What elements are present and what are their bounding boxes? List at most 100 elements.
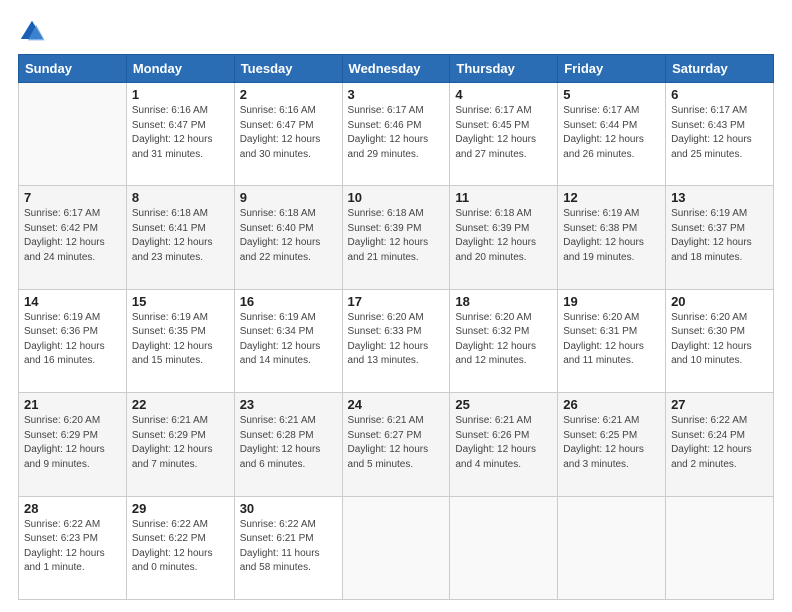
day-number: 22 (132, 397, 229, 412)
day-number: 18 (455, 294, 552, 309)
day-info: Sunrise: 6:20 AM Sunset: 6:30 PM Dayligh… (671, 311, 768, 369)
day-info: Sunrise: 6:22 AM Sunset: 6:24 PM Dayligh… (671, 414, 768, 472)
day-number: 11 (455, 190, 552, 205)
day-info: Sunrise: 6:18 AM Sunset: 6:39 PM Dayligh… (348, 207, 445, 265)
day-info: Sunrise: 6:17 AM Sunset: 6:45 PM Dayligh… (455, 104, 552, 162)
weekday-header-friday: Friday (558, 55, 666, 83)
day-number: 9 (240, 190, 337, 205)
calendar-cell: 2 Sunrise: 6:16 AM Sunset: 6:47 PM Daylig… (234, 83, 342, 186)
calendar-cell: 7 Sunrise: 6:17 AM Sunset: 6:42 PM Daylig… (19, 186, 127, 289)
weekday-header-wednesday: Wednesday (342, 55, 450, 83)
calendar-week-5: 28Sunrise: 6:22 AM Sunset: 6:23 PM Dayli… (19, 496, 774, 599)
day-number: 2 (240, 87, 337, 102)
day-number: 26 (563, 397, 660, 412)
day-number: 8 (132, 190, 229, 205)
day-number: 30 (240, 501, 337, 516)
day-info: Sunrise: 6:20 AM Sunset: 6:32 PM Dayligh… (455, 311, 552, 369)
calendar-week-4: 21 Sunrise: 6:20 AM Sunset: 6:29 PM Dayli… (19, 393, 774, 496)
calendar-cell: 26 Sunrise: 6:21 AM Sunset: 6:25 PM Dayli… (558, 393, 666, 496)
calendar-cell: 30 Sunrise: 6:22 AM Sunset: 6:21 PM Dayli… (234, 496, 342, 599)
calendar-week-3: 14 Sunrise: 6:19 AM Sunset: 6:36 PM Dayli… (19, 289, 774, 392)
weekday-header-thursday: Thursday (450, 55, 558, 83)
calendar-cell (342, 496, 450, 599)
day-number: 20 (671, 294, 768, 309)
calendar-cell: 25Sunrise: 6:21 AM Sunset: 6:26 PM Dayli… (450, 393, 558, 496)
calendar-cell: 6 Sunrise: 6:17 AM Sunset: 6:43 PM Daylig… (666, 83, 774, 186)
day-info: Sunrise: 6:21 AM Sunset: 6:29 PM Dayligh… (132, 414, 229, 472)
day-number: 21 (24, 397, 121, 412)
calendar-cell: 23 Sunrise: 6:21 AM Sunset: 6:28 PM Dayli… (234, 393, 342, 496)
day-number: 5 (563, 87, 660, 102)
day-number: 23 (240, 397, 337, 412)
calendar-cell: 16 Sunrise: 6:19 AM Sunset: 6:34 PM Dayli… (234, 289, 342, 392)
day-number: 4 (455, 87, 552, 102)
day-number: 7 (24, 190, 121, 205)
calendar-cell: 24Sunrise: 6:21 AM Sunset: 6:27 PM Dayli… (342, 393, 450, 496)
calendar-cell: 27 Sunrise: 6:22 AM Sunset: 6:24 PM Dayli… (666, 393, 774, 496)
calendar-cell: 4 Sunrise: 6:17 AM Sunset: 6:45 PM Daylig… (450, 83, 558, 186)
day-info: Sunrise: 6:19 AM Sunset: 6:38 PM Dayligh… (563, 207, 660, 265)
day-info: Sunrise: 6:20 AM Sunset: 6:29 PM Dayligh… (24, 414, 121, 472)
logo-icon (18, 18, 46, 46)
calendar-week-2: 7 Sunrise: 6:17 AM Sunset: 6:42 PM Daylig… (19, 186, 774, 289)
day-number: 28 (24, 501, 121, 516)
day-info: Sunrise: 6:17 AM Sunset: 6:46 PM Dayligh… (348, 104, 445, 162)
day-number: 14 (24, 294, 121, 309)
calendar-cell: 22 Sunrise: 6:21 AM Sunset: 6:29 PM Dayli… (126, 393, 234, 496)
day-info: Sunrise: 6:16 AM Sunset: 6:47 PM Dayligh… (240, 104, 337, 162)
calendar-cell: 20 Sunrise: 6:20 AM Sunset: 6:30 PM Dayli… (666, 289, 774, 392)
day-info: Sunrise: 6:22 AM Sunset: 6:21 PM Dayligh… (240, 518, 337, 576)
weekday-header-tuesday: Tuesday (234, 55, 342, 83)
day-info: Sunrise: 6:19 AM Sunset: 6:35 PM Dayligh… (132, 311, 229, 369)
calendar-header-row: SundayMondayTuesdayWednesdayThursdayFrid… (19, 55, 774, 83)
day-number: 29 (132, 501, 229, 516)
calendar-cell: 3 Sunrise: 6:17 AM Sunset: 6:46 PM Daylig… (342, 83, 450, 186)
calendar-cell: 13 Sunrise: 6:19 AM Sunset: 6:37 PM Dayli… (666, 186, 774, 289)
day-info: Sunrise: 6:20 AM Sunset: 6:33 PM Dayligh… (348, 311, 445, 369)
day-info: Sunrise: 6:18 AM Sunset: 6:40 PM Dayligh… (240, 207, 337, 265)
day-number: 16 (240, 294, 337, 309)
day-number: 12 (563, 190, 660, 205)
day-info: Sunrise: 6:16 AM Sunset: 6:47 PM Dayligh… (132, 104, 229, 162)
day-number: 3 (348, 87, 445, 102)
day-info: Sunrise: 6:22 AM Sunset: 6:22 PM Dayligh… (132, 518, 229, 576)
day-info: Sunrise: 6:20 AM Sunset: 6:31 PM Dayligh… (563, 311, 660, 369)
day-number: 6 (671, 87, 768, 102)
day-info: Sunrise: 6:18 AM Sunset: 6:39 PM Dayligh… (455, 207, 552, 265)
page: SundayMondayTuesdayWednesdayThursdayFrid… (0, 0, 792, 612)
calendar-cell: 8 Sunrise: 6:18 AM Sunset: 6:41 PM Daylig… (126, 186, 234, 289)
day-info: Sunrise: 6:21 AM Sunset: 6:27 PM Dayligh… (348, 414, 445, 472)
day-number: 27 (671, 397, 768, 412)
day-info: Sunrise: 6:21 AM Sunset: 6:25 PM Dayligh… (563, 414, 660, 472)
day-info: Sunrise: 6:21 AM Sunset: 6:28 PM Dayligh… (240, 414, 337, 472)
calendar-cell: 28Sunrise: 6:22 AM Sunset: 6:23 PM Dayli… (19, 496, 127, 599)
calendar-cell: 9 Sunrise: 6:18 AM Sunset: 6:40 PM Daylig… (234, 186, 342, 289)
calendar-cell: 19 Sunrise: 6:20 AM Sunset: 6:31 PM Dayli… (558, 289, 666, 392)
day-number: 1 (132, 87, 229, 102)
calendar-week-1: 1 Sunrise: 6:16 AM Sunset: 6:47 PM Daylig… (19, 83, 774, 186)
calendar-cell: 5 Sunrise: 6:17 AM Sunset: 6:44 PM Daylig… (558, 83, 666, 186)
day-info: Sunrise: 6:17 AM Sunset: 6:42 PM Dayligh… (24, 207, 121, 265)
day-number: 15 (132, 294, 229, 309)
logo (18, 18, 50, 46)
day-info: Sunrise: 6:19 AM Sunset: 6:34 PM Dayligh… (240, 311, 337, 369)
calendar-cell: 21 Sunrise: 6:20 AM Sunset: 6:29 PM Dayli… (19, 393, 127, 496)
weekday-header-monday: Monday (126, 55, 234, 83)
day-info: Sunrise: 6:17 AM Sunset: 6:44 PM Dayligh… (563, 104, 660, 162)
day-info: Sunrise: 6:18 AM Sunset: 6:41 PM Dayligh… (132, 207, 229, 265)
calendar-cell (450, 496, 558, 599)
day-info: Sunrise: 6:17 AM Sunset: 6:43 PM Dayligh… (671, 104, 768, 162)
day-number: 19 (563, 294, 660, 309)
calendar-cell: 14 Sunrise: 6:19 AM Sunset: 6:36 PM Dayli… (19, 289, 127, 392)
day-info: Sunrise: 6:19 AM Sunset: 6:36 PM Dayligh… (24, 311, 121, 369)
calendar-table: SundayMondayTuesdayWednesdayThursdayFrid… (18, 54, 774, 600)
header (18, 18, 774, 46)
day-info: Sunrise: 6:19 AM Sunset: 6:37 PM Dayligh… (671, 207, 768, 265)
calendar-cell: 10Sunrise: 6:18 AM Sunset: 6:39 PM Dayli… (342, 186, 450, 289)
day-info: Sunrise: 6:21 AM Sunset: 6:26 PM Dayligh… (455, 414, 552, 472)
calendar-cell (558, 496, 666, 599)
calendar-cell: 11 Sunrise: 6:18 AM Sunset: 6:39 PM Dayli… (450, 186, 558, 289)
day-number: 13 (671, 190, 768, 205)
calendar-cell: 1 Sunrise: 6:16 AM Sunset: 6:47 PM Daylig… (126, 83, 234, 186)
calendar-cell (666, 496, 774, 599)
